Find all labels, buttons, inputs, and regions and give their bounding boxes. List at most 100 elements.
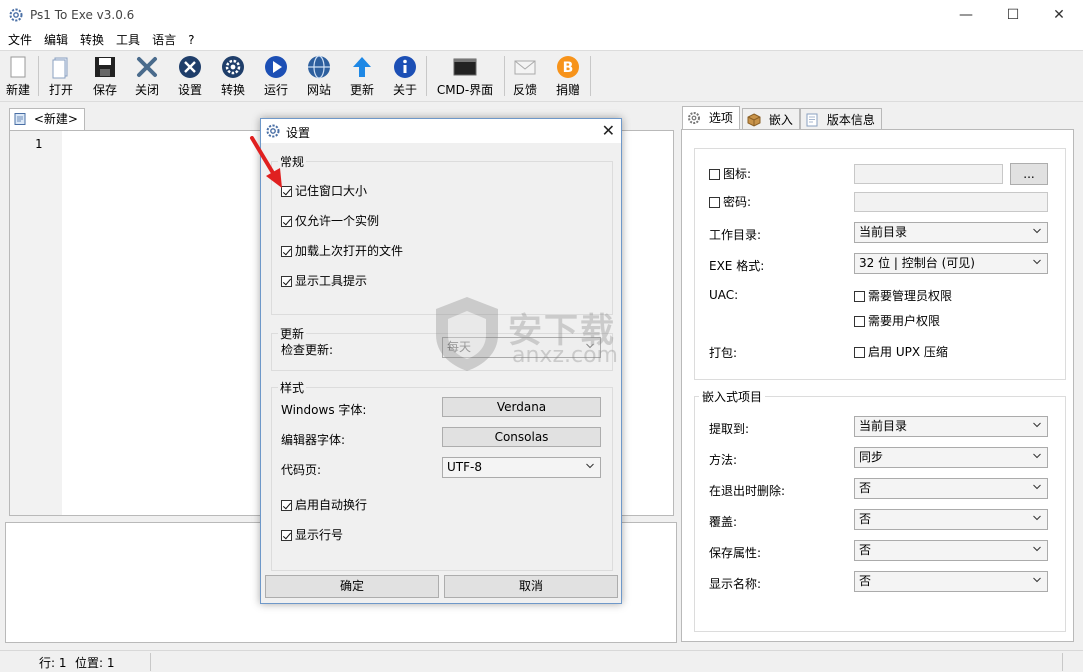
status-line: 行: 1 [39, 656, 67, 670]
exe-format-label: EXE 格式: [709, 259, 765, 273]
delete-on-exit-select[interactable]: 否 [854, 478, 1048, 499]
extract-select[interactable]: 当前目录 [854, 416, 1048, 437]
show-line-numbers-label: 显示行号 [295, 528, 344, 542]
tab-version-info[interactable]: 版本信息 [800, 108, 882, 131]
convert-button-label: 转换 [220, 83, 245, 97]
convert-button[interactable]: 转换 [216, 53, 250, 99]
feedback-button[interactable]: 反馈 [508, 53, 542, 99]
menu-file[interactable]: 文件 [0, 30, 38, 50]
editor-tab-new[interactable]: <新建> [9, 108, 85, 130]
exe-format-value: 32 位 | 控制台 (可见) [859, 256, 975, 270]
show-tooltips-checkbox[interactable]: 显示工具提示 [281, 274, 367, 288]
password-checkbox[interactable]: 密码: [709, 195, 751, 209]
method-value: 同步 [859, 450, 884, 464]
word-wrap-checkbox[interactable]: 启用自动换行 [281, 498, 367, 512]
uac-user-checkbox[interactable]: 需要用户权限 [854, 314, 940, 328]
dialog-close-button[interactable]: ✕ [602, 121, 615, 140]
workdir-value: 当前目录 [859, 225, 908, 239]
single-instance-checkbox[interactable]: 仅允许一个实例 [281, 214, 379, 228]
chevron-down-icon [586, 343, 594, 349]
floppy-disk-icon [95, 57, 115, 77]
checkbox-box [854, 316, 865, 327]
about-button[interactable]: 关于 [388, 53, 422, 99]
new-file-icon [10, 56, 26, 78]
uac-label: UAC: [709, 288, 739, 302]
ok-button[interactable]: 确定 [265, 575, 439, 598]
tab-options[interactable]: 选项 [682, 106, 740, 131]
new-button[interactable]: 新建 [3, 53, 33, 99]
overwrite-value: 否 [859, 512, 872, 526]
exe-format-select[interactable]: 32 位 | 控制台 (可见) [854, 253, 1048, 274]
workdir-select[interactable]: 当前目录 [854, 222, 1048, 243]
show-name-label: 显示名称: [709, 577, 762, 591]
save-button-label: 保存 [92, 83, 117, 97]
menu-help[interactable]: ? [182, 30, 200, 50]
line-number: 1 [35, 137, 43, 151]
title-bar: Ps1 To Exe v3.0.6 — ☐ ✕ [0, 0, 1083, 30]
settings-dialog: 设置 ✕ 常规 记住窗口大小 仅允许一个实例 加载上次打开的文件 显示工具提示 … [260, 118, 622, 604]
tab-version-info-label: 版本信息 [826, 113, 875, 127]
checkbox-box-checked [281, 246, 292, 257]
cmd-button-label: CMD-界面 [436, 83, 494, 97]
open-button-label: 打开 [48, 83, 73, 97]
minimize-button[interactable]: — [943, 0, 989, 30]
load-last-checkbox[interactable]: 加载上次打开的文件 [281, 244, 403, 258]
globe-icon [308, 55, 330, 79]
menu-convert[interactable]: 转换 [74, 30, 110, 50]
menu-edit[interactable]: 编辑 [38, 30, 74, 50]
line-number-gutter: 1 [10, 131, 62, 515]
document-icon [806, 113, 818, 127]
checkbox-box-checked [281, 500, 292, 511]
tab-embed[interactable]: 嵌入 [742, 108, 800, 131]
save-button[interactable]: 保存 [88, 53, 122, 99]
check-update-select[interactable]: 每天 [442, 337, 601, 358]
new-button-label: 新建 [5, 83, 30, 97]
package-icon [747, 113, 761, 127]
keep-attributes-label: 保存属性: [709, 546, 762, 560]
dialog-title: 设置 [286, 126, 311, 140]
checkbox-box-checked [281, 276, 292, 287]
close-window-button[interactable]: ✕ [1036, 0, 1082, 30]
open-file-icon [52, 57, 68, 79]
extract-value: 当前目录 [859, 419, 908, 433]
close-button[interactable]: 关闭 [130, 53, 164, 99]
checkbox-box [854, 347, 865, 358]
method-select[interactable]: 同步 [854, 447, 1048, 468]
codepage-select[interactable]: UTF-8 [442, 457, 601, 478]
run-button[interactable]: 运行 [259, 53, 293, 99]
update-button-label: 更新 [349, 83, 374, 97]
donate-button[interactable]: B 捐赠 [551, 53, 585, 99]
options-panel: 图标: ... 密码: 工作目录: 当前目录 EXE 格式: 32 位 | 控制… [681, 129, 1074, 642]
tab-options-label: 选项 [708, 111, 733, 125]
cancel-button[interactable]: 取消 [444, 575, 618, 598]
maximize-button[interactable]: ☐ [990, 0, 1036, 30]
menu-language[interactable]: 语言 [146, 30, 182, 50]
pack-label: 打包: [709, 346, 738, 360]
update-button[interactable]: 更新 [345, 53, 379, 99]
website-button[interactable]: 网站 [302, 53, 336, 99]
password-input[interactable] [854, 192, 1048, 212]
uac-admin-checkbox[interactable]: 需要管理员权限 [854, 289, 952, 303]
update-group-title: 更新 [278, 325, 307, 342]
menu-tools[interactable]: 工具 [110, 30, 146, 50]
icon-path-input[interactable] [854, 164, 1003, 184]
open-button[interactable]: 打开 [44, 53, 78, 99]
checkbox-box [709, 169, 720, 180]
upx-checkbox[interactable]: 启用 UPX 压缩 [854, 345, 948, 359]
cmd-button[interactable]: CMD-界面 [432, 53, 498, 99]
settings-x-circle-icon [179, 56, 201, 78]
icon-browse-button[interactable]: ... [1010, 163, 1048, 185]
icon-checkbox[interactable]: 图标: [709, 167, 751, 181]
show-name-select[interactable]: 否 [854, 571, 1048, 592]
keep-attributes-select[interactable]: 否 [854, 540, 1048, 561]
overwrite-select[interactable]: 否 [854, 509, 1048, 530]
chevron-down-icon [1033, 453, 1041, 459]
uac-user-label: 需要用户权限 [868, 314, 941, 328]
toolbar-separator [38, 56, 39, 96]
show-line-numbers-checkbox[interactable]: 显示行号 [281, 528, 343, 542]
settings-button[interactable]: 设置 [173, 53, 207, 99]
editor-font-button[interactable]: Consolas [442, 427, 601, 447]
windows-font-button[interactable]: Verdana [442, 397, 601, 417]
chevron-down-icon [1033, 546, 1041, 552]
remember-size-checkbox[interactable]: 记住窗口大小 [281, 184, 367, 198]
